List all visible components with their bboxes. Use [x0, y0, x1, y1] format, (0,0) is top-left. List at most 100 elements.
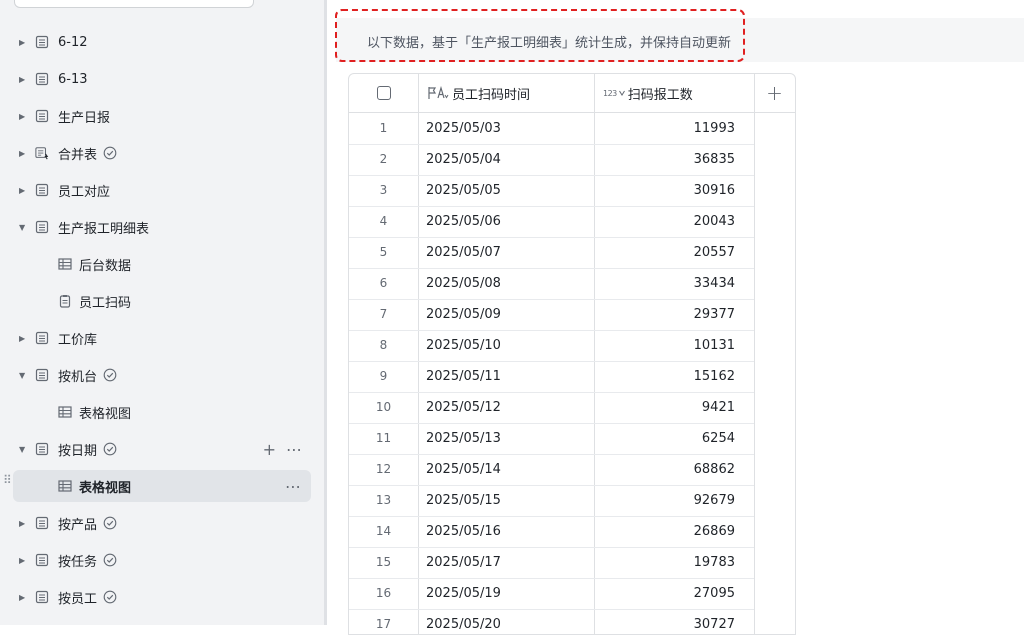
- sidebar-table-item[interactable]: ▼ 按日期 + ⋯: [0, 433, 324, 465]
- column-header-scan-count[interactable]: 123 扫码报工数: [595, 74, 755, 112]
- table-row[interactable]: 5 2025/05/07 20557: [349, 237, 754, 269]
- table-row[interactable]: 14 2025/05/16 26869: [349, 516, 754, 548]
- caret-right-icon[interactable]: ▶: [19, 556, 25, 565]
- add-view-icon[interactable]: +: [263, 440, 276, 459]
- scan-count-cell[interactable]: 26869: [595, 524, 735, 539]
- scan-time-cell[interactable]: 2025/05/15: [426, 493, 501, 508]
- scan-count-cell[interactable]: 20557: [595, 245, 735, 260]
- scan-time-cell[interactable]: 2025/05/06: [426, 214, 501, 229]
- select-all-checkbox[interactable]: [377, 86, 391, 100]
- caret-right-icon[interactable]: ▶: [19, 593, 25, 602]
- scan-count-cell[interactable]: 9421: [595, 400, 735, 415]
- scan-count-cell[interactable]: 27095: [595, 586, 735, 601]
- scan-time-cell[interactable]: 2025/05/13: [426, 431, 501, 446]
- sidebar-view-item[interactable]: 表格视图 ⋯: [13, 470, 311, 502]
- sidebar-table-item[interactable]: ▶ 按任务: [0, 544, 324, 576]
- table-row[interactable]: 6 2025/05/08 33434: [349, 268, 754, 300]
- table-row[interactable]: 15 2025/05/17 19783: [349, 547, 754, 579]
- table-row[interactable]: 2 2025/05/04 36835: [349, 144, 754, 176]
- scan-count-cell[interactable]: 33434: [595, 276, 735, 291]
- sidebar-view-item[interactable]: 员工扫码: [0, 285, 324, 317]
- scan-time-cell[interactable]: 2025/05/14: [426, 462, 501, 477]
- form-view-icon: [58, 294, 72, 308]
- row-index: 10: [375, 400, 392, 414]
- table-row[interactable]: 7 2025/05/09 29377: [349, 299, 754, 331]
- scan-count-cell[interactable]: 11993: [595, 121, 735, 136]
- select-all-cell: [349, 74, 418, 112]
- scan-time-cell[interactable]: 2025/05/08: [426, 276, 501, 291]
- table-row[interactable]: 3 2025/05/05 30916: [349, 175, 754, 207]
- column-header-scan-time[interactable]: 员工扫码时间: [419, 74, 594, 112]
- sidebar-table-item[interactable]: ▶ 生产日报: [0, 100, 324, 132]
- table-row[interactable]: 13 2025/05/15 92679: [349, 485, 754, 517]
- scan-time-cell[interactable]: 2025/05/11: [426, 369, 501, 384]
- sidebar-table-item[interactable]: ▶ 按产品: [0, 507, 324, 539]
- scan-time-cell[interactable]: 2025/05/17: [426, 555, 501, 570]
- sheet-icon: [35, 590, 49, 604]
- sidebar-item-label: 按机台: [58, 369, 98, 385]
- scan-count-cell[interactable]: 20043: [595, 214, 735, 229]
- sidebar-table-item[interactable]: ▶ 工价库: [0, 322, 324, 354]
- table-row[interactable]: 17 2025/05/20 30727: [349, 609, 754, 634]
- sync-check-icon: [103, 553, 117, 567]
- scan-count-cell[interactable]: 92679: [595, 493, 735, 508]
- caret-right-icon[interactable]: ▶: [19, 149, 25, 158]
- drag-handle-icon[interactable]: ⠿: [3, 474, 12, 486]
- caret-right-icon[interactable]: ▶: [19, 38, 25, 47]
- scan-time-cell[interactable]: 2025/05/16: [426, 524, 501, 539]
- scan-time-cell[interactable]: 2025/05/04: [426, 152, 501, 167]
- scan-time-cell[interactable]: 2025/05/03: [426, 121, 501, 136]
- scan-time-cell[interactable]: 2025/05/07: [426, 245, 501, 260]
- scan-count-cell[interactable]: 15162: [595, 369, 735, 384]
- sidebar-table-item[interactable]: ▶ 按员工: [0, 581, 324, 613]
- scan-count-cell[interactable]: 68862: [595, 462, 735, 477]
- caret-right-icon[interactable]: ▶: [19, 519, 25, 528]
- table-row[interactable]: 8 2025/05/10 10131: [349, 330, 754, 362]
- sidebar-search-input[interactable]: [14, 0, 254, 8]
- scan-time-cell[interactable]: 2025/05/09: [426, 307, 501, 322]
- table-row[interactable]: 1 2025/05/03 11993: [349, 113, 754, 145]
- sidebar-table-item[interactable]: ▶ 6-13: [0, 63, 324, 95]
- caret-right-icon[interactable]: ▶: [19, 112, 25, 121]
- table-row[interactable]: 16 2025/05/19 27095: [349, 578, 754, 610]
- scan-count-cell[interactable]: 19783: [595, 555, 735, 570]
- scan-time-cell[interactable]: 2025/05/05: [426, 183, 501, 198]
- more-icon[interactable]: ⋯: [285, 477, 301, 496]
- scan-count-cell[interactable]: 6254: [595, 431, 735, 446]
- grid-view-icon: [58, 479, 72, 493]
- row-index: 2: [379, 152, 388, 166]
- sidebar-table-item[interactable]: ▶ 员工对应: [0, 174, 324, 206]
- scan-time-cell[interactable]: 2025/05/19: [426, 586, 501, 601]
- more-icon[interactable]: ⋯: [286, 440, 302, 459]
- sidebar-item-label: 按日期: [58, 443, 98, 459]
- caret-right-icon[interactable]: ▶: [19, 186, 25, 195]
- sidebar-view-item[interactable]: 后台数据: [0, 248, 324, 280]
- add-column-button[interactable]: +: [754, 74, 795, 112]
- scan-count-cell[interactable]: 29377: [595, 307, 735, 322]
- row-index: 5: [379, 245, 388, 259]
- table-row[interactable]: 10 2025/05/12 9421: [349, 392, 754, 424]
- table-row[interactable]: 9 2025/05/11 15162: [349, 361, 754, 393]
- sidebar-resize-handle[interactable]: [324, 0, 327, 625]
- sidebar-table-item[interactable]: ▼ 按机台: [0, 359, 324, 391]
- caret-down-icon[interactable]: ▼: [19, 445, 25, 454]
- caret-right-icon[interactable]: ▶: [19, 75, 25, 84]
- scan-time-cell[interactable]: 2025/05/10: [426, 338, 501, 353]
- caret-down-icon[interactable]: ▼: [19, 371, 25, 380]
- sidebar-table-item[interactable]: ▼ 生产报工明细表: [0, 211, 324, 243]
- caret-right-icon[interactable]: ▶: [19, 334, 25, 343]
- scan-count-cell[interactable]: 30916: [595, 183, 735, 198]
- scan-time-cell[interactable]: 2025/05/12: [426, 400, 501, 415]
- table-row[interactable]: 12 2025/05/14 68862: [349, 454, 754, 486]
- scan-count-cell[interactable]: 36835: [595, 152, 735, 167]
- sidebar-view-item[interactable]: 表格视图: [0, 396, 324, 428]
- table-row[interactable]: 11 2025/05/13 6254: [349, 423, 754, 455]
- row-actions: ⋯: [285, 477, 301, 496]
- notice-text: 以下数据，基于「生产报工明细表」统计生成，并保持自动更新: [367, 36, 732, 51]
- caret-down-icon[interactable]: ▼: [19, 223, 25, 232]
- row-index: 7: [379, 307, 388, 321]
- scan-count-cell[interactable]: 10131: [595, 338, 735, 353]
- sidebar-table-item[interactable]: ▶ 合并表: [0, 137, 324, 169]
- table-row[interactable]: 4 2025/05/06 20043: [349, 206, 754, 238]
- sidebar-table-item[interactable]: ▶ 6-12: [0, 26, 324, 58]
